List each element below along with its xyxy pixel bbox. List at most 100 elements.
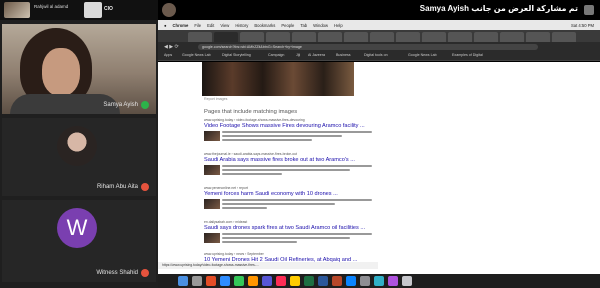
- result-title[interactable]: Yemeni forces harm Saudi economy with 10…: [204, 191, 404, 197]
- powerpoint-icon[interactable]: [332, 276, 342, 286]
- bookmark-item[interactable]: Al Jazeera: [308, 53, 325, 57]
- menu-item[interactable]: Window: [313, 23, 328, 28]
- browser-tab[interactable]: [422, 32, 446, 42]
- browser-tab[interactable]: [370, 32, 394, 42]
- menu-item[interactable]: File: [194, 23, 201, 28]
- participants-thumbnail[interactable]: [84, 2, 102, 18]
- chrome-icon[interactable]: [206, 276, 216, 286]
- bookmark-item[interactable]: Digital tools on: [364, 53, 388, 57]
- menu-item[interactable]: People: [281, 23, 294, 28]
- share-banner: تم مشاركة العرض من جانب Samya Ayish: [158, 0, 600, 20]
- view-options-icon[interactable]: [584, 5, 594, 15]
- result-thumbnail[interactable]: [204, 199, 220, 209]
- participant-name: Riham Abu Aita: [96, 184, 138, 190]
- browser-tab[interactable]: [552, 32, 576, 42]
- zoom-icon[interactable]: [220, 276, 230, 286]
- finder-icon[interactable]: [178, 276, 188, 286]
- participant-avatar: W: [57, 208, 97, 248]
- result-thumbnail[interactable]: [204, 165, 220, 175]
- menu-item[interactable]: Edit: [207, 23, 214, 28]
- search-result: www.uprising.today › video-footage-shows…: [204, 118, 404, 143]
- menu-item[interactable]: Chrome: [173, 23, 189, 28]
- result-thumbnail[interactable]: [204, 131, 220, 141]
- result-title[interactable]: Video Footage Shows massive Fires devour…: [204, 123, 404, 129]
- browser-tab-active[interactable]: [214, 32, 238, 42]
- bookmark-item[interactable]: Examples of Digital: [452, 53, 483, 57]
- browser-tab[interactable]: [188, 32, 212, 42]
- org-logo: CIO: [104, 6, 113, 12]
- link-hover-status: https://www.uprising.today/video-footage…: [158, 262, 378, 269]
- menu-item[interactable]: View: [220, 23, 229, 28]
- section-heading: Pages that include matching images: [204, 109, 298, 115]
- app-icon[interactable]: [248, 276, 258, 286]
- result-snippet: [222, 131, 372, 141]
- menu-item[interactable]: Help: [334, 23, 343, 28]
- settings-icon[interactable]: [360, 276, 370, 286]
- notes-icon[interactable]: [290, 276, 300, 286]
- mic-muted-icon: [141, 183, 149, 191]
- apple-icon[interactable]: ●: [164, 23, 167, 28]
- report-images-link[interactable]: Report images: [204, 97, 227, 101]
- participant-avatar: [57, 126, 97, 166]
- messages-icon[interactable]: [234, 276, 244, 286]
- result-title[interactable]: Saudi says drones spark fires at two Sau…: [204, 225, 404, 231]
- result-url[interactable]: www.uprising.today › news › September: [204, 252, 404, 256]
- participant-tile-samya[interactable]: Samya Ayish: [2, 24, 156, 114]
- participant-name: Samya Ayish: [103, 102, 138, 108]
- browser-tab[interactable]: [526, 32, 550, 42]
- bookmark-item[interactable]: Apps: [164, 53, 172, 57]
- self-thumbnail[interactable]: [4, 2, 30, 18]
- bookmark-item[interactable]: Google News Lab: [408, 53, 437, 57]
- app-icon[interactable]: [374, 276, 384, 286]
- result-url[interactable]: www.yenenonline.net › report: [204, 186, 404, 190]
- presenter-avatar: [162, 3, 176, 17]
- clock: Sat 4:50 PM: [570, 22, 594, 28]
- search-result: www.thejournal.ie › saudi-arabia-says-ma…: [204, 152, 404, 177]
- participant-tile-witness[interactable]: W Witness Shahid: [2, 200, 156, 282]
- result-url[interactable]: www.thejournal.ie › saudi-arabia-says-ma…: [204, 152, 404, 156]
- launchpad-icon[interactable]: [192, 276, 202, 286]
- bookmark-item[interactable]: Digital Storytelling: [222, 53, 251, 57]
- browser-tab[interactable]: [500, 32, 524, 42]
- mic-on-icon: [141, 101, 149, 109]
- excel-icon[interactable]: [304, 276, 314, 286]
- result-url[interactable]: www.uprising.today › video-footage-shows…: [204, 118, 404, 122]
- browser-tab[interactable]: [318, 32, 342, 42]
- bookmark-item[interactable]: Business: [336, 53, 351, 57]
- menu-item[interactable]: Bookmarks: [254, 23, 275, 28]
- result-title[interactable]: Saudi Arabia says massive fires broke ou…: [204, 157, 404, 163]
- back-forward-icon[interactable]: ◀ ▶ ⟳: [164, 44, 179, 50]
- result-snippet: [222, 199, 372, 209]
- trash-icon[interactable]: [402, 276, 412, 286]
- visually-similar-images[interactable]: [202, 62, 354, 96]
- self-name: Rahjwil al adamd: [34, 4, 69, 9]
- bookmark-item[interactable]: Google News Lab: [182, 53, 211, 57]
- url-input[interactable]: google.com/search?tbs=sbi:AMhZZit&btnG=S…: [198, 44, 538, 50]
- music-icon[interactable]: [276, 276, 286, 286]
- browser-tab[interactable]: [474, 32, 498, 42]
- menu-item[interactable]: History: [235, 23, 248, 28]
- browser-tab[interactable]: [266, 32, 290, 42]
- browser-tab[interactable]: [292, 32, 316, 42]
- bookmark-item[interactable]: Campaign: [268, 53, 284, 57]
- app-icon[interactable]: [388, 276, 398, 286]
- bookmark-item[interactable]: Jiji: [296, 53, 300, 57]
- participant-tile-riham[interactable]: Riham Abu Aita: [2, 118, 156, 196]
- browser-tab[interactable]: [448, 32, 472, 42]
- result-url[interactable]: en.dailysabah.com › mideast: [204, 220, 404, 224]
- google-results-page: Report images Pages that include matchin…: [158, 62, 600, 274]
- browser-tab[interactable]: [396, 32, 420, 42]
- bookmarks-bar: Apps Google News Lab Digital Storytellin…: [158, 52, 600, 61]
- result-snippet: [222, 165, 372, 175]
- word-icon[interactable]: [318, 276, 328, 286]
- menu-item[interactable]: Tab: [300, 23, 307, 28]
- search-result: en.dailysabah.com › mideast Saudi says d…: [204, 220, 404, 245]
- meeting-topbar: Rahjwil al adamd CIO: [0, 0, 158, 20]
- browser-tab[interactable]: [344, 32, 368, 42]
- browser-tab[interactable]: [240, 32, 264, 42]
- result-thumbnail[interactable]: [204, 233, 220, 243]
- app-icon[interactable]: [262, 276, 272, 286]
- participant-name: Witness Shahid: [96, 270, 138, 276]
- app-store-icon[interactable]: [346, 276, 356, 286]
- address-bar-row: ◀ ▶ ⟳ google.com/search?tbs=sbi:AMhZZit&…: [158, 42, 600, 52]
